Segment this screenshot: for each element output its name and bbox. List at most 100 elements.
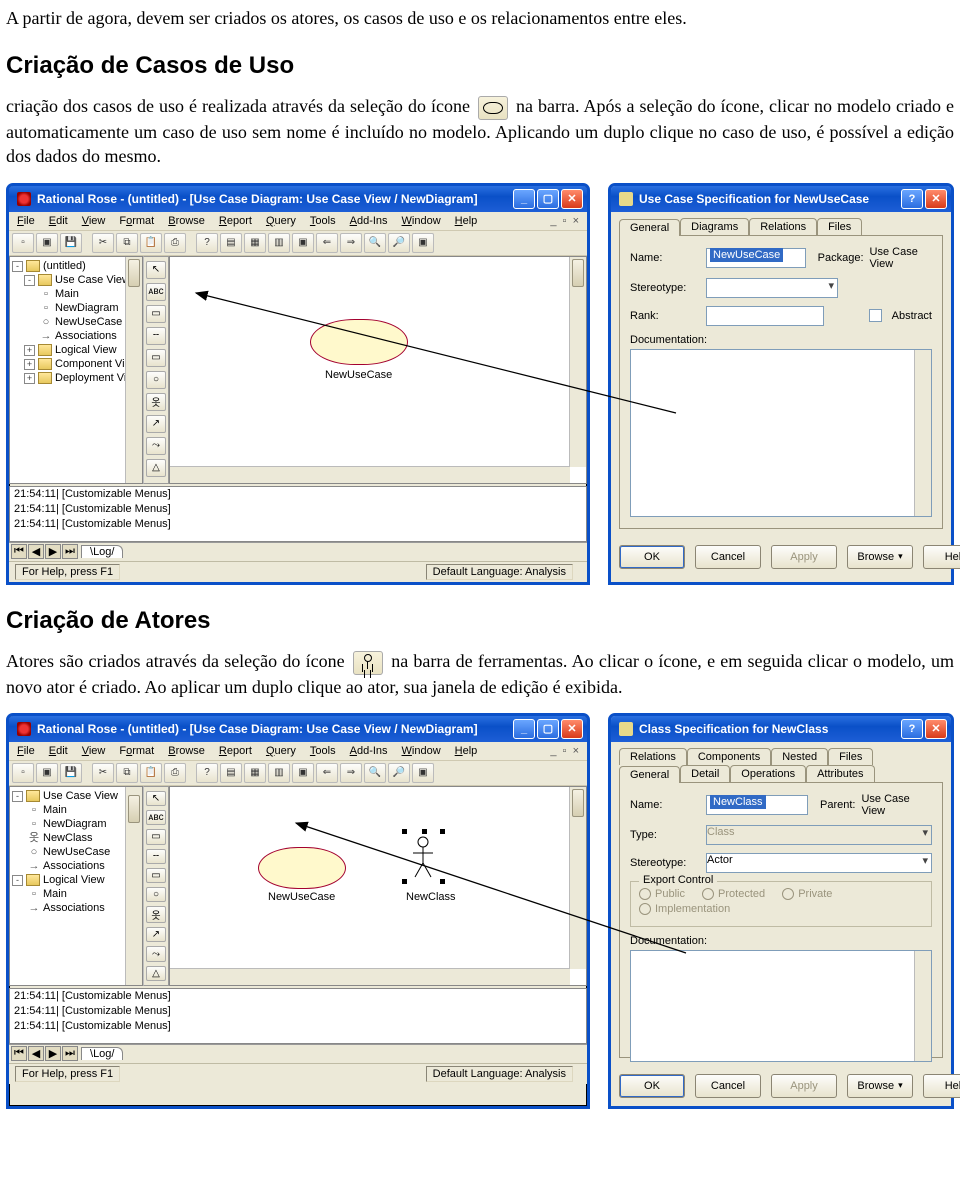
apply-button[interactable]: Apply [771,1074,837,1098]
titlebar[interactable]: Rational Rose - (untitled) - [Use Case D… [9,186,587,212]
text-icon[interactable]: ᴀʙᴄ [146,283,166,301]
menu-format[interactable]: Format [115,744,158,758]
minimize-button[interactable]: _ [513,719,535,739]
cancel-button[interactable]: Cancel [695,1074,761,1098]
mdi-controls[interactable]: _ ▫ × [546,214,583,228]
doc-scrollbar[interactable] [914,350,931,516]
dlg-help-button[interactable]: ? [901,719,923,739]
log-next-icon[interactable]: ▶ [45,544,61,559]
rank-field[interactable] [706,306,824,326]
package-icon[interactable]: ▭ [146,349,166,367]
pointer-icon[interactable]: ↖ [146,791,166,806]
tab-nested[interactable]: Nested [771,748,828,765]
tree-newuc[interactable]: NewUseCase [55,316,122,328]
tab-relations[interactable]: Relations [619,748,687,765]
toolbar[interactable]: ▫ ▣ 💾 ✂ ⧉ 📋 ⎙ ? ▤ ▦ ▥ ▣ ⇐ ⇒ 🔍 🔎 ▣ [9,231,587,256]
menu-query[interactable]: Query [262,744,300,758]
save-icon[interactable]: 💾 [60,233,82,253]
menu-help[interactable]: Help [451,744,482,758]
actor-shape[interactable] [408,835,438,879]
dlg-tabs[interactable]: Relations Components Nested Files Genera… [619,748,943,782]
log-prev-icon[interactable]: ◀ [28,1046,44,1061]
gen-icon[interactable]: △ [146,966,166,981]
log-tab[interactable]: \Log/ [81,1047,123,1060]
view3-icon[interactable]: ▥ [268,763,290,783]
help-button[interactable]: Help [923,1074,960,1098]
maximize-button[interactable]: ▢ [537,189,559,209]
browser-tree[interactable]: -(untitled) -Use Case View ▫Main ▫NewDia… [9,256,143,484]
ok-button[interactable]: OK [619,1074,685,1098]
depend-icon[interactable]: ⤳ [146,946,166,961]
tree-newdiag[interactable]: NewDiagram [55,302,119,314]
tree-logical[interactable]: Logical View [43,874,105,886]
stereo-field[interactable] [706,278,838,298]
note-icon[interactable]: ▭ [146,305,166,323]
tree-main[interactable]: Main [43,804,67,816]
browse-button[interactable]: Browse▾ [847,1074,913,1098]
tree-assoc[interactable]: Associations [43,860,105,872]
browser-tree[interactable]: -Use Case View ▫Main ▫NewDiagram 옷NewCla… [9,786,143,986]
tab-general[interactable]: General [619,219,680,236]
tree-main2[interactable]: Main [43,888,67,900]
menu-file[interactable]: File [13,214,39,228]
tree-newuc[interactable]: NewUseCase [43,846,110,858]
view2-icon[interactable]: ▦ [244,763,266,783]
tool-palette[interactable]: ↖ ᴀʙᴄ ▭ ╌ ▭ ○ 옷 ↗ ⤳ △ [143,256,169,484]
log-window[interactable]: 21:54:11| [Customizable Menus] 21:54:11|… [9,486,587,542]
close-button[interactable]: ✕ [561,719,583,739]
next-icon[interactable]: ⇒ [340,233,362,253]
stereo-field[interactable]: Actor [706,853,932,873]
tree-root[interactable]: (untitled) [43,260,86,272]
menu-report[interactable]: Report [215,214,256,228]
note-icon[interactable]: ▭ [146,829,166,844]
menu-browse[interactable]: Browse [164,214,209,228]
view3-icon[interactable]: ▥ [268,233,290,253]
menu-tools[interactable]: Tools [306,744,340,758]
usecase-shape[interactable] [258,847,346,889]
tree-assoc2[interactable]: Associations [43,902,105,914]
fit-icon[interactable]: ▣ [412,233,434,253]
menubar[interactable]: File Edit View Format Browse Report Quer… [9,742,587,761]
menu-file[interactable]: File [13,744,39,758]
sel-handle[interactable] [440,829,445,834]
log-prev-icon[interactable]: ◀ [28,544,44,559]
assoc-icon[interactable]: ↗ [146,927,166,942]
log-tabs[interactable]: ⏮ ◀ ▶ ⏭ \Log/ [9,542,587,561]
abstract-checkbox[interactable] [869,309,882,322]
menu-view[interactable]: View [78,214,110,228]
doc-textarea[interactable] [630,349,932,517]
doc-scrollbar[interactable] [914,951,931,1061]
tab-relations[interactable]: Relations [749,218,817,235]
name-field[interactable]: NewClass [706,795,808,815]
help-icon[interactable]: ? [196,233,218,253]
log-last-icon[interactable]: ⏭ [62,544,78,559]
menu-help[interactable]: Help [451,214,482,228]
tree-logical[interactable]: Logical View [55,344,117,356]
toolbar[interactable]: ▫ ▣ 💾 ✂ ⧉ 📋 ⎙ ? ▤ ▦ ▥ ▣ ⇐ ⇒ 🔍 🔎 ▣ [9,761,587,786]
sel-handle[interactable] [402,879,407,884]
dlg-close-button[interactable]: ✕ [925,719,947,739]
tab-operations[interactable]: Operations [730,765,806,782]
sel-handle[interactable] [402,829,407,834]
print-icon[interactable]: ⎙ [164,763,186,783]
prev-icon[interactable]: ⇐ [316,763,338,783]
tab-diagrams[interactable]: Diagrams [680,218,749,235]
dlg-titlebar[interactable]: Use Case Specification for NewUseCase ? … [611,186,951,212]
print-icon[interactable]: ⎙ [164,233,186,253]
save-icon[interactable]: 💾 [60,763,82,783]
package-icon[interactable]: ▭ [146,868,166,883]
cut-icon[interactable]: ✂ [92,763,114,783]
dlg-close-button[interactable]: ✕ [925,189,947,209]
tab-general[interactable]: General [619,766,680,783]
canvas-scroll-v[interactable] [569,257,586,467]
view4-icon[interactable]: ▣ [292,763,314,783]
menu-edit[interactable]: Edit [45,214,72,228]
tree-newclass[interactable]: NewClass [43,832,93,844]
pointer-icon[interactable]: ↖ [146,261,166,279]
log-tabs[interactable]: ⏮ ◀ ▶ ⏭ \Log/ [9,1044,587,1063]
tab-detail[interactable]: Detail [680,765,730,782]
help-icon[interactable]: ? [196,763,218,783]
log-first-icon[interactable]: ⏮ [11,544,27,559]
log-last-icon[interactable]: ⏭ [62,1046,78,1061]
log-tab[interactable]: \Log/ [81,545,123,558]
